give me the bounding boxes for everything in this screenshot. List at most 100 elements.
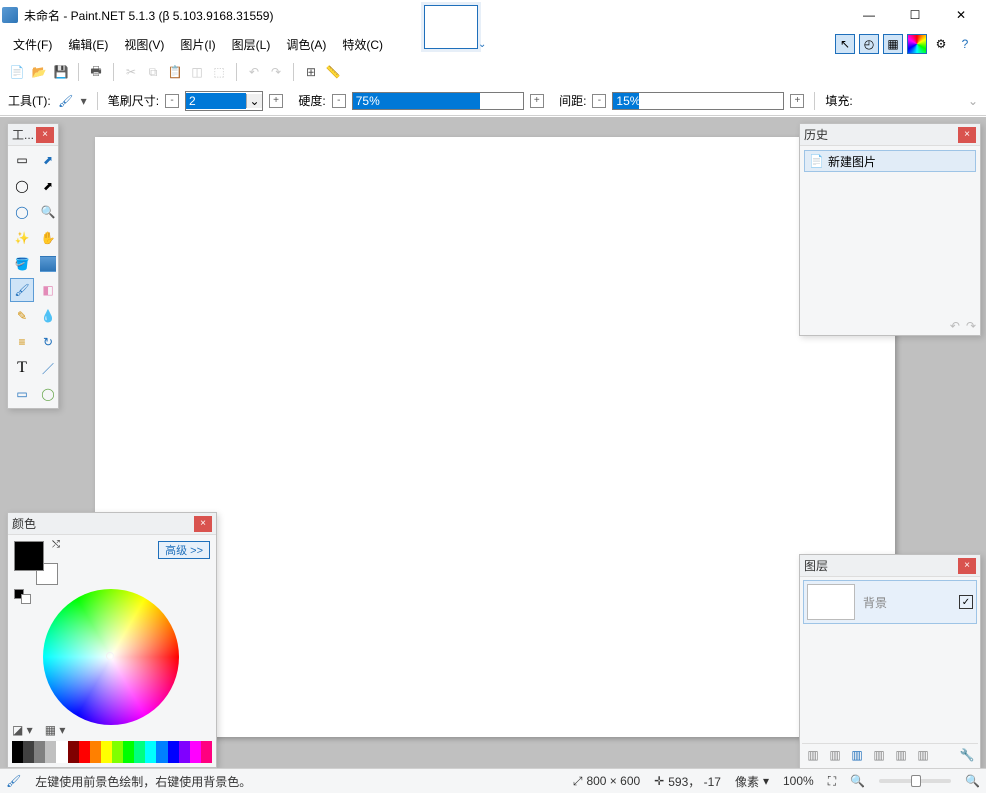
color-swatches[interactable]: ⤭ [14, 541, 58, 585]
tool-rectangle-select[interactable]: ▭ [10, 148, 34, 172]
layer-duplicate-icon[interactable]: ▥ [848, 746, 866, 764]
thumbnail-list-dropdown[interactable]: ⌄ [478, 39, 486, 50]
undo-icon[interactable]: ↶ [245, 63, 263, 81]
palette-swatch[interactable] [90, 741, 101, 763]
tool-eraser[interactable]: ◧ [36, 278, 60, 302]
hardness-slider[interactable]: 75% [352, 92, 524, 110]
hardness-decrease[interactable]: - [332, 94, 346, 108]
redo-icon[interactable]: ↷ [267, 63, 285, 81]
palette-menu-icon[interactable]: ▦ ▾ [45, 723, 66, 737]
minimize-button[interactable]: — [846, 0, 892, 30]
tool-pan[interactable]: ✋ [36, 226, 60, 250]
tool-color-picker[interactable]: 💧 [36, 304, 60, 328]
palette-swatch[interactable] [45, 741, 56, 763]
document-thumbnail[interactable] [420, 1, 482, 53]
palette-swatch[interactable] [23, 741, 34, 763]
palette-swatch[interactable] [134, 741, 145, 763]
cut-icon[interactable]: ✂ [122, 63, 140, 81]
tool-move-selection[interactable]: ⬈ [36, 174, 60, 198]
layer-properties-icon[interactable]: 🔧 [958, 746, 976, 764]
primary-color-swatch[interactable] [14, 541, 44, 571]
layers-panel-close[interactable]: × [958, 558, 976, 574]
palette-swatch[interactable] [201, 741, 212, 763]
layer-row[interactable]: 背景 ✓ [803, 580, 977, 624]
unit-dropdown-icon[interactable]: ▾ [763, 774, 769, 788]
overflow-chevron-icon[interactable]: ⌄ [968, 94, 978, 108]
tool-lasso-select[interactable]: ◯ [10, 174, 34, 198]
zoom-slider-knob[interactable] [911, 775, 921, 787]
tools-panel-header[interactable]: 工... × [8, 124, 58, 146]
palette-swatch[interactable] [156, 741, 167, 763]
layers-window-toggle[interactable]: ▦ [883, 34, 903, 54]
save-icon[interactable]: 💾 [52, 63, 70, 81]
color-wheel-cursor[interactable] [106, 652, 114, 660]
spacing-increase[interactable]: + [790, 94, 804, 108]
tool-recolor[interactable]: ↻ [36, 330, 60, 354]
menu-file[interactable]: 文件(F) [5, 33, 60, 56]
ruler-icon[interactable]: 📏 [324, 63, 342, 81]
colors-panel-header[interactable]: 颜色 × [8, 513, 216, 535]
copy-icon[interactable]: ⧉ [144, 63, 162, 81]
spacing-decrease[interactable]: - [592, 94, 606, 108]
crop-icon[interactable]: ◫ [188, 63, 206, 81]
menu-layers[interactable]: 图层(L) [224, 33, 279, 56]
tool-ellipse-select[interactable]: ◯ [10, 200, 34, 224]
colors-panel-close[interactable]: × [194, 516, 212, 532]
zoom-in-icon[interactable]: 🔍 [965, 774, 980, 788]
swap-colors-icon[interactable]: ⤭ [52, 539, 60, 550]
deselect-icon[interactable]: ⬚ [210, 63, 228, 81]
menu-image[interactable]: 图片(I) [172, 33, 223, 56]
palette-swatch[interactable] [12, 741, 23, 763]
grid-icon[interactable]: ⊞ [302, 63, 320, 81]
tool-paintbrush[interactable]: 🖌 [10, 278, 34, 302]
brush-size-increase[interactable]: + [269, 94, 283, 108]
menu-adjustments[interactable]: 调色(A) [278, 33, 334, 56]
help-icon[interactable]: ? [955, 34, 975, 54]
layer-new-icon[interactable]: ▥ [804, 746, 822, 764]
current-tool-icon[interactable]: 🖌 [57, 92, 75, 110]
paste-icon[interactable]: 📋 [166, 63, 184, 81]
brush-size-decrease[interactable]: - [165, 94, 179, 108]
history-panel-header[interactable]: 历史 × [800, 124, 980, 146]
layer-visibility-checkbox[interactable]: ✓ [959, 595, 973, 609]
tools-window-toggle[interactable]: ↖ [835, 34, 855, 54]
palette-swatch[interactable] [145, 741, 156, 763]
print-icon[interactable]: 🖶 [87, 63, 105, 81]
tool-move-selected[interactable]: ⬈ [36, 148, 60, 172]
default-colors-icon-white[interactable] [21, 594, 31, 604]
zoom-out-icon[interactable]: 🔍 [850, 774, 865, 788]
layer-merge-icon[interactable]: ▥ [870, 746, 888, 764]
fit-window-icon[interactable]: ⛶ [828, 774, 836, 789]
hardness-increase[interactable]: + [530, 94, 544, 108]
tool-gradient[interactable] [40, 256, 56, 272]
palette-swatch[interactable] [112, 741, 123, 763]
layer-move-down-icon[interactable]: ▥ [914, 746, 932, 764]
palette-swatch[interactable] [34, 741, 45, 763]
history-window-toggle[interactable]: ◴ [859, 34, 879, 54]
menu-effects[interactable]: 特效(C) [334, 33, 391, 56]
palette-swatch[interactable] [190, 741, 201, 763]
palette-swatch[interactable] [79, 741, 90, 763]
layers-panel-header[interactable]: 图层 × [800, 555, 980, 577]
palette-swatch[interactable] [168, 741, 179, 763]
tool-magic-wand[interactable]: ✨ [10, 226, 34, 250]
brush-size-input[interactable]: 2 ⌄ [185, 91, 263, 111]
menu-edit[interactable]: 编辑(E) [60, 33, 116, 56]
palette-swatch[interactable] [123, 741, 134, 763]
palette-swatch[interactable] [101, 741, 112, 763]
tool-clone-stamp[interactable]: ≡ [10, 330, 34, 354]
spacing-slider[interactable]: 15% [612, 92, 784, 110]
layer-move-up-icon[interactable]: ▥ [892, 746, 910, 764]
open-icon[interactable]: 📂 [30, 63, 48, 81]
zoom-slider[interactable] [879, 779, 951, 783]
tool-shapes[interactable]: ◯ [36, 382, 60, 406]
palette-swatch[interactable] [179, 741, 190, 763]
tool-rectangle[interactable]: ▭ [10, 382, 34, 406]
advanced-colors-button[interactable]: 高级 >> [158, 541, 210, 559]
tool-pencil[interactable]: ✎ [10, 304, 34, 328]
tools-panel-close[interactable]: × [36, 127, 54, 143]
history-redo-icon[interactable]: ↷ [966, 319, 976, 333]
history-item[interactable]: 📄 新建图片 [804, 150, 976, 172]
palette-swatch[interactable] [56, 741, 67, 763]
colors-window-toggle[interactable] [907, 34, 927, 54]
